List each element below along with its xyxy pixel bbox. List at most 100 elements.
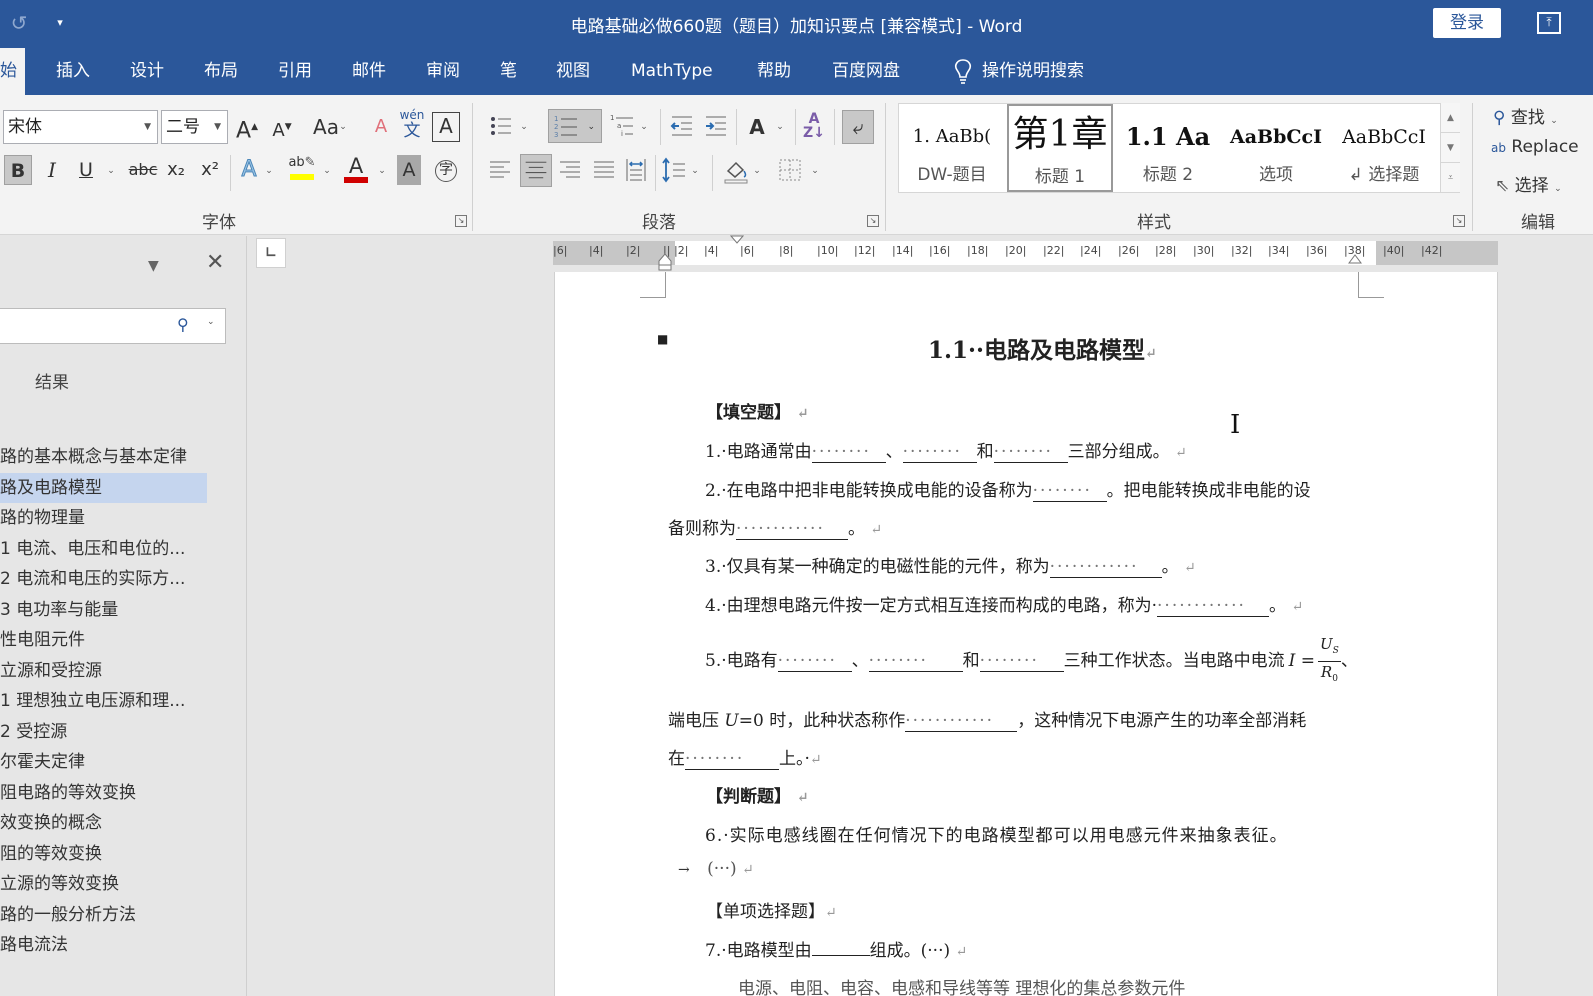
answer-blank[interactable]: ········: [685, 749, 779, 770]
superscript-button[interactable]: x²: [196, 155, 224, 185]
section-true-false[interactable]: 【判断题】 ↵: [706, 782, 809, 807]
nav-heading-item[interactable]: 阻电路的等效变换: [0, 778, 207, 808]
answer-blank[interactable]: ············: [905, 711, 1018, 732]
nav-heading-item[interactable]: 路的一般分析方法: [0, 900, 207, 930]
first-line-indent-marker[interactable]: [730, 235, 744, 245]
tab-insert[interactable]: 插入: [56, 48, 90, 95]
tab-home[interactable]: 始: [0, 48, 25, 95]
character-shading-button[interactable]: A: [397, 155, 421, 185]
login-button[interactable]: 登录: [1433, 8, 1501, 38]
justify-icon[interactable]: [590, 155, 618, 185]
font-dialog-launcher-icon[interactable]: ↘: [455, 215, 467, 227]
align-right-icon[interactable]: [556, 155, 584, 185]
horizontal-ruler[interactable]: |6| |4| |2| || |2| |4| |6| |8| |10| |12| |14| |16| |…: [553, 235, 1498, 271]
tab-baidu-netdisk[interactable]: 百度网盘: [832, 48, 900, 95]
lightbulb-icon[interactable]: [952, 58, 974, 86]
grow-font-button[interactable]: A▲: [233, 112, 261, 143]
distributed-icon[interactable]: [622, 155, 650, 185]
nav-heading-item[interactable]: 阻的等效变换: [0, 839, 207, 869]
text-highlight-button[interactable]: ab✎: [288, 153, 316, 183]
paragraph-dialog-launcher-icon[interactable]: ↘: [867, 215, 879, 227]
font-color-button[interactable]: A: [342, 153, 370, 183]
show-formatting-marks-button[interactable]: ⤶: [842, 110, 874, 144]
nav-search-input[interactable]: ⚲ ⌄: [0, 308, 226, 344]
select-button[interactable]: ⇖ 选择 ⌄: [1495, 171, 1562, 196]
answer-blank[interactable]: ············: [1157, 596, 1270, 617]
nav-heading-item[interactable]: 性电阻元件: [0, 625, 207, 655]
question-4[interactable]: 4.·由理想电路元件按一定方式相互连接而构成的电路，称为············…: [705, 591, 1303, 617]
ribbon-display-options-icon[interactable]: ⤒: [1537, 12, 1561, 34]
shading-paint-bucket-icon[interactable]: [722, 155, 750, 185]
align-center-icon[interactable]: [520, 154, 552, 187]
find-button[interactable]: ⚲ 查找 ⌄: [1493, 103, 1558, 128]
multilevel-list-icon[interactable]: 1ai: [608, 111, 636, 141]
answer-blank[interactable]: ········: [811, 442, 886, 463]
right-indent-marker[interactable]: [1348, 253, 1362, 265]
search-icon[interactable]: ⚲: [177, 315, 189, 334]
question-2[interactable]: 2.·在电路中把非电能转换成电能的设备称为········ 。把电能转换成非电能的…: [705, 476, 1311, 502]
tab-mathtype[interactable]: MathType: [631, 48, 713, 95]
bold-button[interactable]: B: [4, 155, 32, 185]
answer-blank[interactable]: ············: [1049, 557, 1162, 578]
answer-blank[interactable]: ········: [868, 651, 963, 672]
font-name-combobox[interactable]: 宋体 ▼: [3, 110, 158, 144]
gallery-more-icon[interactable]: ⩡: [1441, 163, 1460, 193]
chevron-down-icon[interactable]: ⌄: [519, 112, 529, 142]
enclose-characters-button[interactable]: 字: [432, 155, 460, 185]
tab-layout[interactable]: 布局: [204, 48, 238, 95]
chevron-down-icon[interactable]: ⌄: [207, 317, 215, 327]
answer-blank[interactable]: ········: [902, 442, 977, 463]
tab-design[interactable]: 设计: [130, 48, 164, 95]
section-fill-in[interactable]: 【填空题】 ↵: [706, 398, 809, 423]
question-6-answer[interactable]: → (···) ↵: [678, 859, 754, 879]
nav-results-tab[interactable]: 结果: [35, 368, 69, 393]
nav-heading-item[interactable]: 尔霍夫定律: [0, 747, 207, 777]
tab-help[interactable]: 帮助: [757, 48, 791, 95]
answer-blank[interactable]: ········: [1032, 481, 1107, 502]
align-left-icon[interactable]: [486, 155, 514, 185]
style-options[interactable]: AaBbCcI 选项: [1223, 104, 1329, 192]
shrink-font-button[interactable]: A▼: [268, 112, 296, 142]
replace-button[interactable]: ab Replace: [1491, 137, 1579, 157]
gallery-scroll-up-icon[interactable]: ▲: [1441, 103, 1460, 133]
decrease-indent-icon[interactable]: [668, 111, 696, 141]
line-spacing-icon[interactable]: [660, 155, 688, 185]
question-1[interactable]: 1.·电路通常由········ 、········ 和········ 三部分组成。…: [705, 437, 1187, 463]
asian-layout-button[interactable]: A: [743, 112, 771, 142]
section-heading[interactable]: 1.1··电路及电路模型↵: [928, 331, 1157, 365]
chevron-down-icon[interactable]: ⌄: [106, 156, 116, 186]
answer-blank[interactable]: ········: [993, 442, 1068, 463]
nav-heading-item[interactable]: 1 理想独立电压源和理...: [0, 686, 207, 716]
tab-pen[interactable]: 笔: [500, 48, 517, 95]
question-7-option-partial[interactable]: 电源、电阻、电容、电感和导线等等 理想化的集总参数元件: [738, 974, 1185, 996]
question-7[interactable]: 7.·电路模型由 组成。(···) ↵: [705, 936, 967, 961]
nav-heading-item[interactable]: 路电流法: [0, 930, 207, 960]
nav-heading-item[interactable]: 立源和受控源: [0, 656, 207, 686]
question-5[interactable]: 5.·电路有········ 、········ 和········ 三种工作状态。当…: [705, 634, 1358, 689]
nav-heading-item[interactable]: 路的物理量: [0, 503, 207, 533]
chevron-down-icon[interactable]: ⌄: [264, 156, 274, 186]
tab-references[interactable]: 引用: [278, 48, 312, 95]
pane-options-dropdown-icon[interactable]: ▼: [148, 258, 159, 274]
borders-icon[interactable]: [776, 155, 804, 185]
tab-view[interactable]: 视图: [556, 48, 590, 95]
tab-stop-selector[interactable]: ∟: [256, 238, 286, 268]
style-choice-question[interactable]: AaBbCcI ↲ 选择题: [1331, 104, 1437, 192]
subscript-button[interactable]: x₂: [162, 155, 190, 185]
nav-heading-item[interactable]: 路的基本概念与基本定律: [0, 442, 207, 472]
nav-heading-item[interactable]: 立源的等效变换: [0, 869, 207, 899]
answer-blank[interactable]: ········: [777, 651, 852, 672]
strikethrough-button[interactable]: abc: [127, 155, 159, 185]
question-3[interactable]: 3.·仅具有某一种确定的电磁性能的元件，称为············。 ↵: [705, 552, 1196, 578]
style-dw-title[interactable]: 1. AaBb( DW-题目: [899, 104, 1005, 192]
tab-mailings[interactable]: 邮件: [352, 48, 386, 95]
hanging-indent-marker[interactable]: [658, 253, 672, 271]
chevron-down-icon[interactable]: ⌄: [322, 156, 332, 186]
chevron-down-icon[interactable]: ⌄: [377, 156, 387, 186]
nav-heading-item[interactable]: 3 电功率与能量: [0, 595, 207, 625]
underline-button[interactable]: U: [72, 155, 100, 185]
chevron-down-icon[interactable]: ⌄: [338, 112, 348, 142]
gallery-scroll-down-icon[interactable]: ▼: [1441, 133, 1460, 163]
italic-button[interactable]: I: [38, 155, 66, 185]
nav-heading-item[interactable]: 路及电路模型: [0, 472, 207, 503]
